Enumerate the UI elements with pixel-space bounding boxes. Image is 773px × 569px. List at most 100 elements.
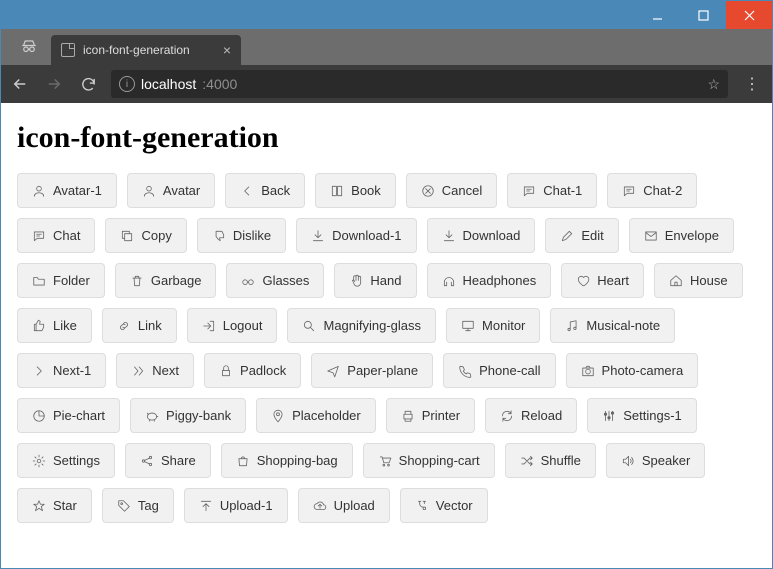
menu-button[interactable]: ⋮ [740, 74, 764, 94]
close-button[interactable] [726, 1, 772, 29]
icon-button-copy[interactable]: Copy [105, 218, 186, 253]
forward-button[interactable] [43, 73, 65, 95]
omnibox[interactable]: i localhost:4000 ☆ [111, 70, 728, 98]
icon-button-upload[interactable]: Upload [298, 488, 390, 523]
back-icon [240, 184, 254, 198]
icon-button-pie-chart[interactable]: Pie-chart [17, 398, 120, 433]
icon-button-reload[interactable]: Reload [485, 398, 577, 433]
icon-button-share[interactable]: Share [125, 443, 211, 478]
icon-button-logout[interactable]: Logout [187, 308, 278, 343]
icon-button-piggy-bank[interactable]: Piggy-bank [130, 398, 246, 433]
icon-button-edit[interactable]: Edit [545, 218, 618, 253]
icon-button-envelope[interactable]: Envelope [629, 218, 734, 253]
icon-button-paper-plane[interactable]: Paper-plane [311, 353, 433, 388]
house-icon [669, 274, 683, 288]
icon-button-padlock[interactable]: Padlock [204, 353, 301, 388]
icon-button-avatar-1[interactable]: Avatar-1 [17, 173, 117, 208]
icon-button-avatar[interactable]: Avatar [127, 173, 215, 208]
icon-button-label: Settings [53, 453, 100, 468]
icon-button-phone-call[interactable]: Phone-call [443, 353, 555, 388]
icon-button-heart[interactable]: Heart [561, 263, 644, 298]
maximize-button[interactable] [680, 1, 726, 29]
chat-icon [32, 229, 46, 243]
icon-button-shopping-cart[interactable]: Shopping-cart [363, 443, 495, 478]
piggy-icon [145, 409, 159, 423]
incognito-icon [7, 29, 51, 65]
icon-button-hand[interactable]: Hand [334, 263, 416, 298]
icon-button-tag[interactable]: Tag [102, 488, 174, 523]
page-content: icon-font-generation Avatar-1AvatarBackB… [1, 103, 772, 568]
icon-button-monitor[interactable]: Monitor [446, 308, 540, 343]
icon-button-placeholder[interactable]: Placeholder [256, 398, 376, 433]
icon-button-label: Musical-note [586, 318, 660, 333]
icon-button-download-1[interactable]: Download-1 [296, 218, 416, 253]
icon-button-label: Printer [422, 408, 460, 423]
icon-button-shuffle[interactable]: Shuffle [505, 443, 596, 478]
browser-tab[interactable]: icon-font-generation × [51, 35, 241, 65]
icon-button-label: Link [138, 318, 162, 333]
icon-button-next[interactable]: Next [116, 353, 194, 388]
logout-icon [202, 319, 216, 333]
icon-button-label: Back [261, 183, 290, 198]
printer-icon [401, 409, 415, 423]
icon-button-folder[interactable]: Folder [17, 263, 105, 298]
cart-icon [378, 454, 392, 468]
icon-button-vector[interactable]: Vector [400, 488, 488, 523]
icon-button-next-1[interactable]: Next-1 [17, 353, 106, 388]
icon-button-dislike[interactable]: Dislike [197, 218, 286, 253]
tab-close-icon[interactable]: × [223, 43, 231, 57]
book-icon [330, 184, 344, 198]
icon-button-label: Upload [334, 498, 375, 513]
icon-button-star[interactable]: Star [17, 488, 92, 523]
icon-button-magnifying-glass[interactable]: Magnifying-glass [287, 308, 436, 343]
icon-button-label: Edit [581, 228, 603, 243]
copy-icon [120, 229, 134, 243]
icon-button-label: Envelope [665, 228, 719, 243]
headphones-icon [442, 274, 456, 288]
minimize-button[interactable] [634, 1, 680, 29]
icon-button-settings[interactable]: Settings [17, 443, 115, 478]
icon-button-upload-1[interactable]: Upload-1 [184, 488, 288, 523]
icon-button-label: Photo-camera [602, 363, 684, 378]
icon-button-cancel[interactable]: Cancel [406, 173, 497, 208]
icon-button-chat[interactable]: Chat [17, 218, 95, 253]
chat-icon [622, 184, 636, 198]
icon-button-glasses[interactable]: Glasses [226, 263, 324, 298]
icon-button-label: Avatar-1 [53, 183, 102, 198]
icon-button-chat-2[interactable]: Chat-2 [607, 173, 697, 208]
icon-button-garbage[interactable]: Garbage [115, 263, 217, 298]
site-info-icon[interactable]: i [119, 76, 135, 92]
reload-button[interactable] [77, 73, 99, 95]
settings-icon [32, 454, 46, 468]
bookmark-star-icon[interactable]: ☆ [707, 76, 720, 93]
icon-button-photo-camera[interactable]: Photo-camera [566, 353, 699, 388]
icon-button-book[interactable]: Book [315, 173, 396, 208]
icon-button-label: Speaker [642, 453, 690, 468]
icon-button-headphones[interactable]: Headphones [427, 263, 552, 298]
icon-button-label: Tag [138, 498, 159, 513]
icon-button-label: Settings-1 [623, 408, 682, 423]
icon-button-back[interactable]: Back [225, 173, 305, 208]
icon-button-label: Chat [53, 228, 80, 243]
icon-button-label: Cancel [442, 183, 482, 198]
icon-button-link[interactable]: Link [102, 308, 177, 343]
icon-button-label: Next-1 [53, 363, 91, 378]
icon-button-printer[interactable]: Printer [386, 398, 475, 433]
phone-icon [458, 364, 472, 378]
tag-icon [117, 499, 131, 513]
icon-button-settings-1[interactable]: Settings-1 [587, 398, 697, 433]
link-icon [117, 319, 131, 333]
icon-button-speaker[interactable]: Speaker [606, 443, 705, 478]
icon-button-like[interactable]: Like [17, 308, 92, 343]
back-button[interactable] [9, 73, 31, 95]
bag-icon [236, 454, 250, 468]
icon-button-download[interactable]: Download [427, 218, 536, 253]
icon-button-house[interactable]: House [654, 263, 743, 298]
download-icon [442, 229, 456, 243]
icon-button-musical-note[interactable]: Musical-note [550, 308, 675, 343]
icon-button-shopping-bag[interactable]: Shopping-bag [221, 443, 353, 478]
icon-button-label: Monitor [482, 318, 525, 333]
icon-button-chat-1[interactable]: Chat-1 [507, 173, 597, 208]
icon-button-label: Avatar [163, 183, 200, 198]
shuffle-icon [520, 454, 534, 468]
